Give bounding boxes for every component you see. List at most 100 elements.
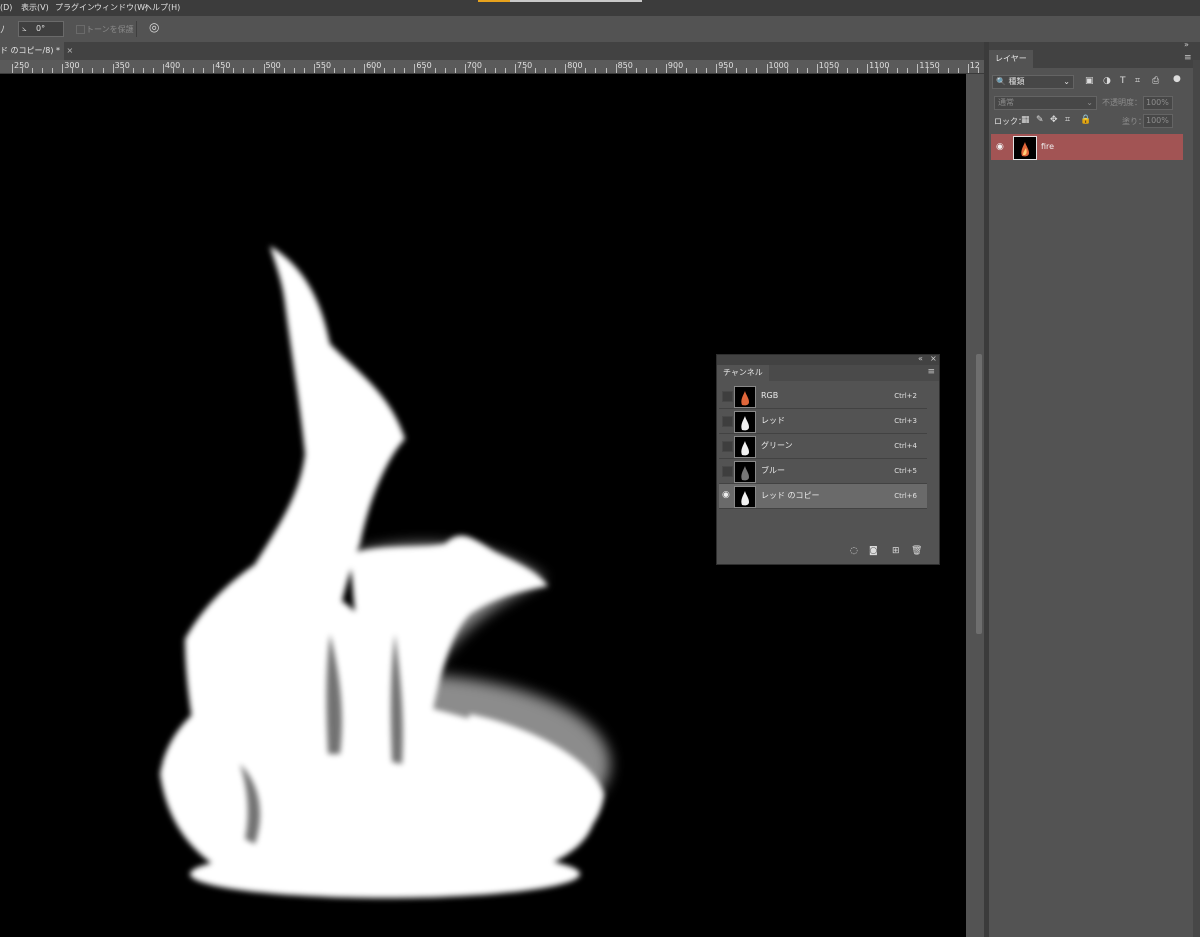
pixel-filter-icon[interactable]: ▣ [1085, 75, 1094, 87]
new-channel-icon[interactable]: ⊞ [892, 545, 900, 557]
delete-channel-icon[interactable]: 🗑 [911, 545, 922, 557]
preserve-tones-checkbox[interactable] [76, 25, 85, 34]
divider [136, 21, 137, 37]
save-selection-icon[interactable]: ◙ [869, 545, 878, 557]
load-selection-icon[interactable]: ◌ [850, 545, 858, 557]
channel-shortcut: Ctrl+3 [894, 417, 917, 425]
channel-name: レッド [761, 416, 785, 425]
fill-field[interactable]: 100% [1143, 114, 1173, 128]
ruler-minor-tick [836, 68, 838, 73]
menu-bar: (D) 表示(V) プラグイン ウィンドウ(W) ヘルプ(H) [0, 0, 1200, 16]
opacity-field[interactable]: 100% [1143, 96, 1173, 110]
ruler-minor-tick [374, 68, 376, 73]
layers-tab-strip: レイヤー ≡ [989, 50, 1200, 68]
layer-row[interactable]: ◉ fire [991, 134, 1183, 160]
shape-filter-icon[interactable]: ⌗ [1135, 75, 1140, 87]
title-bar-highlight [510, 0, 642, 2]
visibility-toggle[interactable] [722, 441, 733, 452]
ruler-minor-tick [203, 68, 205, 73]
ruler-minor-tick [293, 68, 295, 73]
ruler-minor-tick [243, 68, 245, 73]
channel-shortcut: Ctrl+6 [894, 492, 917, 500]
close-tab-icon[interactable]: × [67, 46, 74, 55]
collapse-icon[interactable]: » [1184, 40, 1189, 49]
lock-image-icon[interactable]: ✎ [1036, 114, 1044, 126]
brush-tool-icon[interactable]: ﾉ [0, 21, 5, 36]
channel-row[interactable]: RGB Ctrl+2 [719, 384, 927, 409]
channels-panel-header[interactable]: « × [717, 354, 939, 365]
filter-toggle-icon[interactable]: ● [1173, 73, 1181, 85]
channel-shortcut: Ctrl+2 [894, 392, 917, 400]
visibility-toggle[interactable] [722, 416, 733, 427]
channel-row[interactable]: ブルー Ctrl+5 [719, 459, 927, 484]
menu-item-window[interactable]: ウィンドウ(W) [94, 0, 148, 16]
ruler-minor-tick [92, 68, 94, 73]
ruler-minor-tick [595, 68, 597, 73]
ruler-major-tick [263, 64, 265, 73]
ruler-minor-tick [625, 68, 627, 73]
ruler-minor-tick [233, 68, 235, 73]
panel-menu-icon[interactable]: ≡ [1184, 53, 1192, 63]
menu-item-plugins[interactable]: プラグイン [55, 0, 95, 16]
ruler-minor-tick [555, 68, 557, 73]
menu-item-view[interactable]: 表示(V) [21, 0, 49, 16]
close-panel-icon[interactable]: × [930, 354, 937, 363]
ruler-minor-tick [535, 68, 537, 73]
ruler-minor-tick [696, 68, 698, 73]
channel-name: レッド のコピー [761, 491, 820, 500]
ruler-minor-tick [686, 68, 688, 73]
horizontal-ruler: 250 300 350 400 450 500 550 600 650 700 750 800 850 9… [0, 60, 984, 74]
title-accent-bar [478, 0, 510, 2]
ruler-major-tick [464, 64, 466, 73]
ruler-minor-tick [82, 68, 84, 73]
panel-edge-strip [1193, 60, 1200, 937]
ruler-minor-tick [52, 68, 54, 73]
ruler-minor-tick [253, 68, 255, 73]
lock-transparent-icon[interactable]: ▦ [1021, 114, 1030, 126]
vertical-scrollbar[interactable] [966, 74, 984, 937]
adjustment-filter-icon[interactable]: ◑ [1103, 75, 1111, 87]
channel-row[interactable]: ◉ レッド のコピー Ctrl+6 [719, 484, 927, 509]
lock-all-icon[interactable]: 🔒 [1080, 114, 1091, 126]
eye-icon[interactable]: ◉ [722, 490, 731, 500]
ruler-minor-tick [826, 68, 828, 73]
angle-field[interactable]: ⦣ 0° [18, 21, 64, 37]
document-tab[interactable]: ド のコピー/8) * × [0, 42, 73, 60]
ruler-minor-tick [947, 68, 949, 73]
opacity-label: 不透明度： [1102, 98, 1142, 107]
lock-position-icon[interactable]: ✥ [1050, 114, 1058, 126]
scrollbar-thumb[interactable] [976, 354, 982, 634]
type-filter-icon[interactable]: T [1120, 75, 1126, 87]
ruler-minor-tick [172, 68, 174, 73]
channel-row[interactable]: レッド Ctrl+3 [719, 409, 927, 434]
ruler-major-tick [162, 64, 164, 73]
smart-object-filter-icon[interactable]: ⎙ [1152, 75, 1159, 87]
menu-item-image[interactable]: (D) [0, 0, 12, 16]
pressure-icon[interactable]: ◎ [149, 20, 159, 34]
collapse-icon[interactable]: « [918, 354, 923, 363]
ruler-major-tick [867, 64, 869, 73]
visibility-toggle[interactable] [722, 391, 733, 402]
layer-filter-select[interactable]: 🔍 種類 ⌄ [992, 75, 1074, 89]
ruler-major-tick [565, 64, 567, 73]
channels-tab-strip: チャンネル ≡ [717, 365, 939, 381]
eye-icon[interactable]: ◉ [996, 142, 1004, 152]
visibility-toggle[interactable] [722, 466, 733, 477]
ruler-minor-tick [142, 68, 144, 73]
ruler-minor-tick [102, 68, 104, 73]
tab-layers[interactable]: レイヤー [989, 50, 1033, 68]
ruler-minor-tick [444, 68, 446, 73]
channel-shortcut: Ctrl+4 [894, 442, 917, 450]
channel-row[interactable]: グリーン Ctrl+4 [719, 434, 927, 459]
lock-artboard-icon[interactable]: ⌗ [1065, 114, 1070, 126]
document-tab-title: ド のコピー/8) * [0, 46, 60, 55]
blend-mode-select[interactable]: 通常 ⌄ [994, 96, 1097, 110]
menu-item-help[interactable]: ヘルプ(H) [144, 0, 180, 16]
channel-thumbnail [734, 436, 756, 458]
channels-footer: ◌ ◙ ⊞ 🗑 [717, 539, 939, 563]
tab-channels[interactable]: チャンネル [717, 365, 769, 381]
panel-menu-icon[interactable]: ≡ [927, 367, 935, 377]
ruler-minor-tick [122, 68, 124, 73]
ruler-major-tick [816, 64, 818, 73]
ruler-minor-tick [394, 68, 396, 73]
